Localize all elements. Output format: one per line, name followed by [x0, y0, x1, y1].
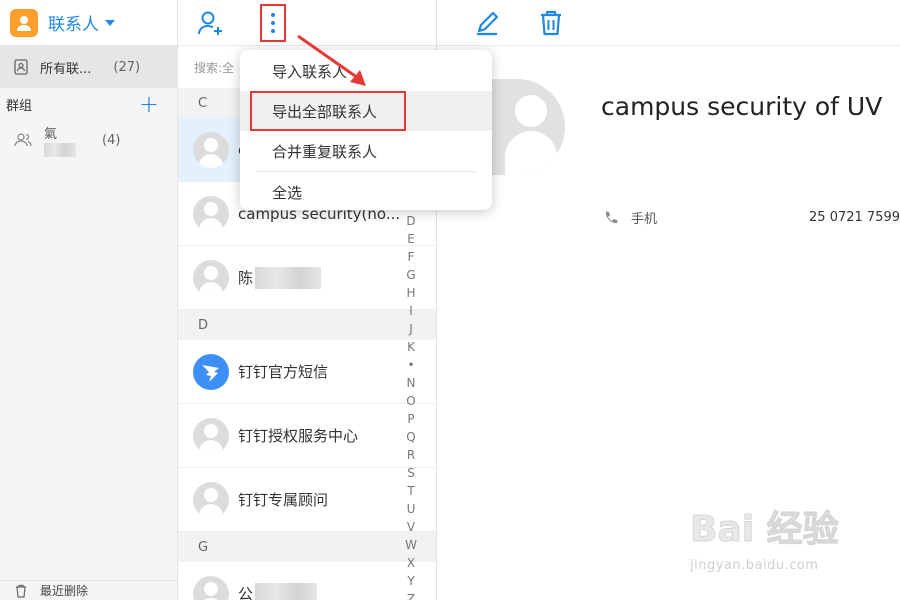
index-letter[interactable]: Q [403, 428, 419, 446]
contacts-logo-icon [10, 8, 38, 37]
section-header: D [178, 310, 436, 340]
trash-icon [16, 584, 26, 598]
contact-count: (27) [113, 59, 141, 75]
dingtalk-icon [193, 353, 229, 390]
list-toolbar [178, 0, 436, 46]
contact-row[interactable]: 钉钉专属顾问 [178, 468, 436, 532]
index-letter[interactable]: T [403, 482, 419, 500]
contact-name: 陈 [238, 269, 254, 287]
app-title: 联系人 [48, 15, 99, 35]
index-letter[interactable]: V [403, 518, 419, 536]
phone-label: 手机 [631, 212, 658, 227]
index-letter[interactable]: H [403, 284, 419, 302]
index-letter[interactable]: R [403, 446, 419, 464]
index-letter[interactable]: N [403, 374, 419, 392]
phone-number[interactable]: 25 0721 7599 [809, 210, 900, 225]
contact-row[interactable]: 陈 [178, 246, 436, 310]
menu-item-merge-duplicates[interactable]: 合并重复联系人 [240, 131, 492, 171]
index-letter[interactable]: J [403, 320, 419, 338]
index-letter[interactable]: K [403, 338, 419, 356]
contact-name: 公 [238, 585, 254, 600]
sidebar-item-all-contacts[interactable]: 所有联... (27) [0, 46, 177, 88]
app-header[interactable]: 联系人 [0, 0, 177, 46]
contact-name-title: campus security of UV [601, 92, 883, 121]
contact-avatar [485, 79, 565, 175]
watermark-url: jingyan.baidu.com [690, 558, 819, 573]
redacted-text [255, 266, 322, 289]
detail-toolbar [437, 0, 900, 46]
sidebar: 联系人 所有联... (27) 群组 + 氣 (4) 最近删除 [0, 0, 178, 600]
menu-item-export-all-contacts[interactable]: 导出全部联系人 [240, 91, 492, 131]
delete-icon[interactable] [537, 9, 565, 37]
more-vertical-icon [271, 13, 275, 17]
alphabet-index[interactable]: D E F G H I J K • N O P Q R S T U V W X … [403, 212, 419, 600]
more-options-menu: 导入联系人 导出全部联系人 合并重复联系人 全选 [240, 50, 492, 210]
sidebar-item-label: 最近删除 [40, 584, 89, 598]
sidebar-item-group[interactable]: 氣 (4) [0, 120, 177, 160]
contact-name: 钉钉官方短信 [238, 363, 329, 381]
index-letter[interactable]: P [403, 410, 419, 428]
contact-row[interactable]: 公 [178, 562, 436, 600]
index-letter[interactable]: E [403, 230, 419, 248]
index-letter[interactable]: O [403, 392, 419, 410]
menu-item-import-contacts[interactable]: 导入联系人 [240, 51, 492, 91]
index-letter[interactable]: G [403, 266, 419, 284]
avatar [193, 481, 229, 518]
index-letter[interactable]: Y [403, 572, 419, 590]
phone-icon [605, 211, 618, 223]
avatar [193, 195, 229, 232]
index-letter[interactable]: W [403, 536, 419, 554]
add-group-button[interactable]: + [139, 92, 159, 116]
sidebar-item-recently-deleted[interactable]: 最近删除 [0, 580, 177, 600]
index-letter[interactable]: D [403, 212, 419, 230]
baidu-jingyan-watermark: Bai 经验 jingyan.baidu.com [690, 500, 860, 580]
groups-label: 群组 [6, 98, 33, 114]
phone-field: 手机 25 0721 7599 [603, 208, 900, 227]
index-letter[interactable]: • [403, 356, 419, 374]
add-contact-icon[interactable] [196, 9, 224, 37]
group-count: (4) [102, 132, 121, 148]
contact-row[interactable]: 钉钉授权服务中心 [178, 404, 436, 468]
avatar [193, 417, 229, 454]
edit-icon[interactable] [473, 9, 501, 37]
chevron-down-icon[interactable] [105, 19, 115, 26]
avatar [193, 575, 229, 600]
sidebar-item-label: 所有联... [40, 61, 92, 77]
address-book-icon [14, 59, 28, 75]
avatar [193, 259, 229, 296]
index-letter[interactable]: F [403, 248, 419, 266]
watermark-logo: Bai 经验 [690, 509, 840, 551]
contacts-app: 联系人 所有联... (27) 群组 + 氣 (4) 最近删除 搜索:全 C c… [0, 0, 900, 600]
avatar [193, 131, 229, 168]
redacted-text [255, 582, 318, 600]
index-letter[interactable]: Z [403, 590, 419, 600]
index-letter[interactable]: S [403, 464, 419, 482]
index-letter[interactable]: I [403, 302, 419, 320]
groups-header: 群组 + [0, 88, 177, 120]
contact-name: 钉钉授权服务中心 [238, 427, 359, 445]
group-name: 氣 [44, 123, 88, 157]
contact-row[interactable]: 钉钉官方短信 [178, 340, 436, 404]
people-icon [14, 133, 32, 147]
index-letter[interactable]: U [403, 500, 419, 518]
section-header: G [178, 532, 436, 562]
contact-name: 钉钉专属顾问 [238, 491, 329, 509]
more-options-button[interactable] [260, 4, 286, 42]
menu-item-select-all[interactable]: 全选 [240, 172, 492, 212]
index-letter[interactable]: X [403, 554, 419, 572]
